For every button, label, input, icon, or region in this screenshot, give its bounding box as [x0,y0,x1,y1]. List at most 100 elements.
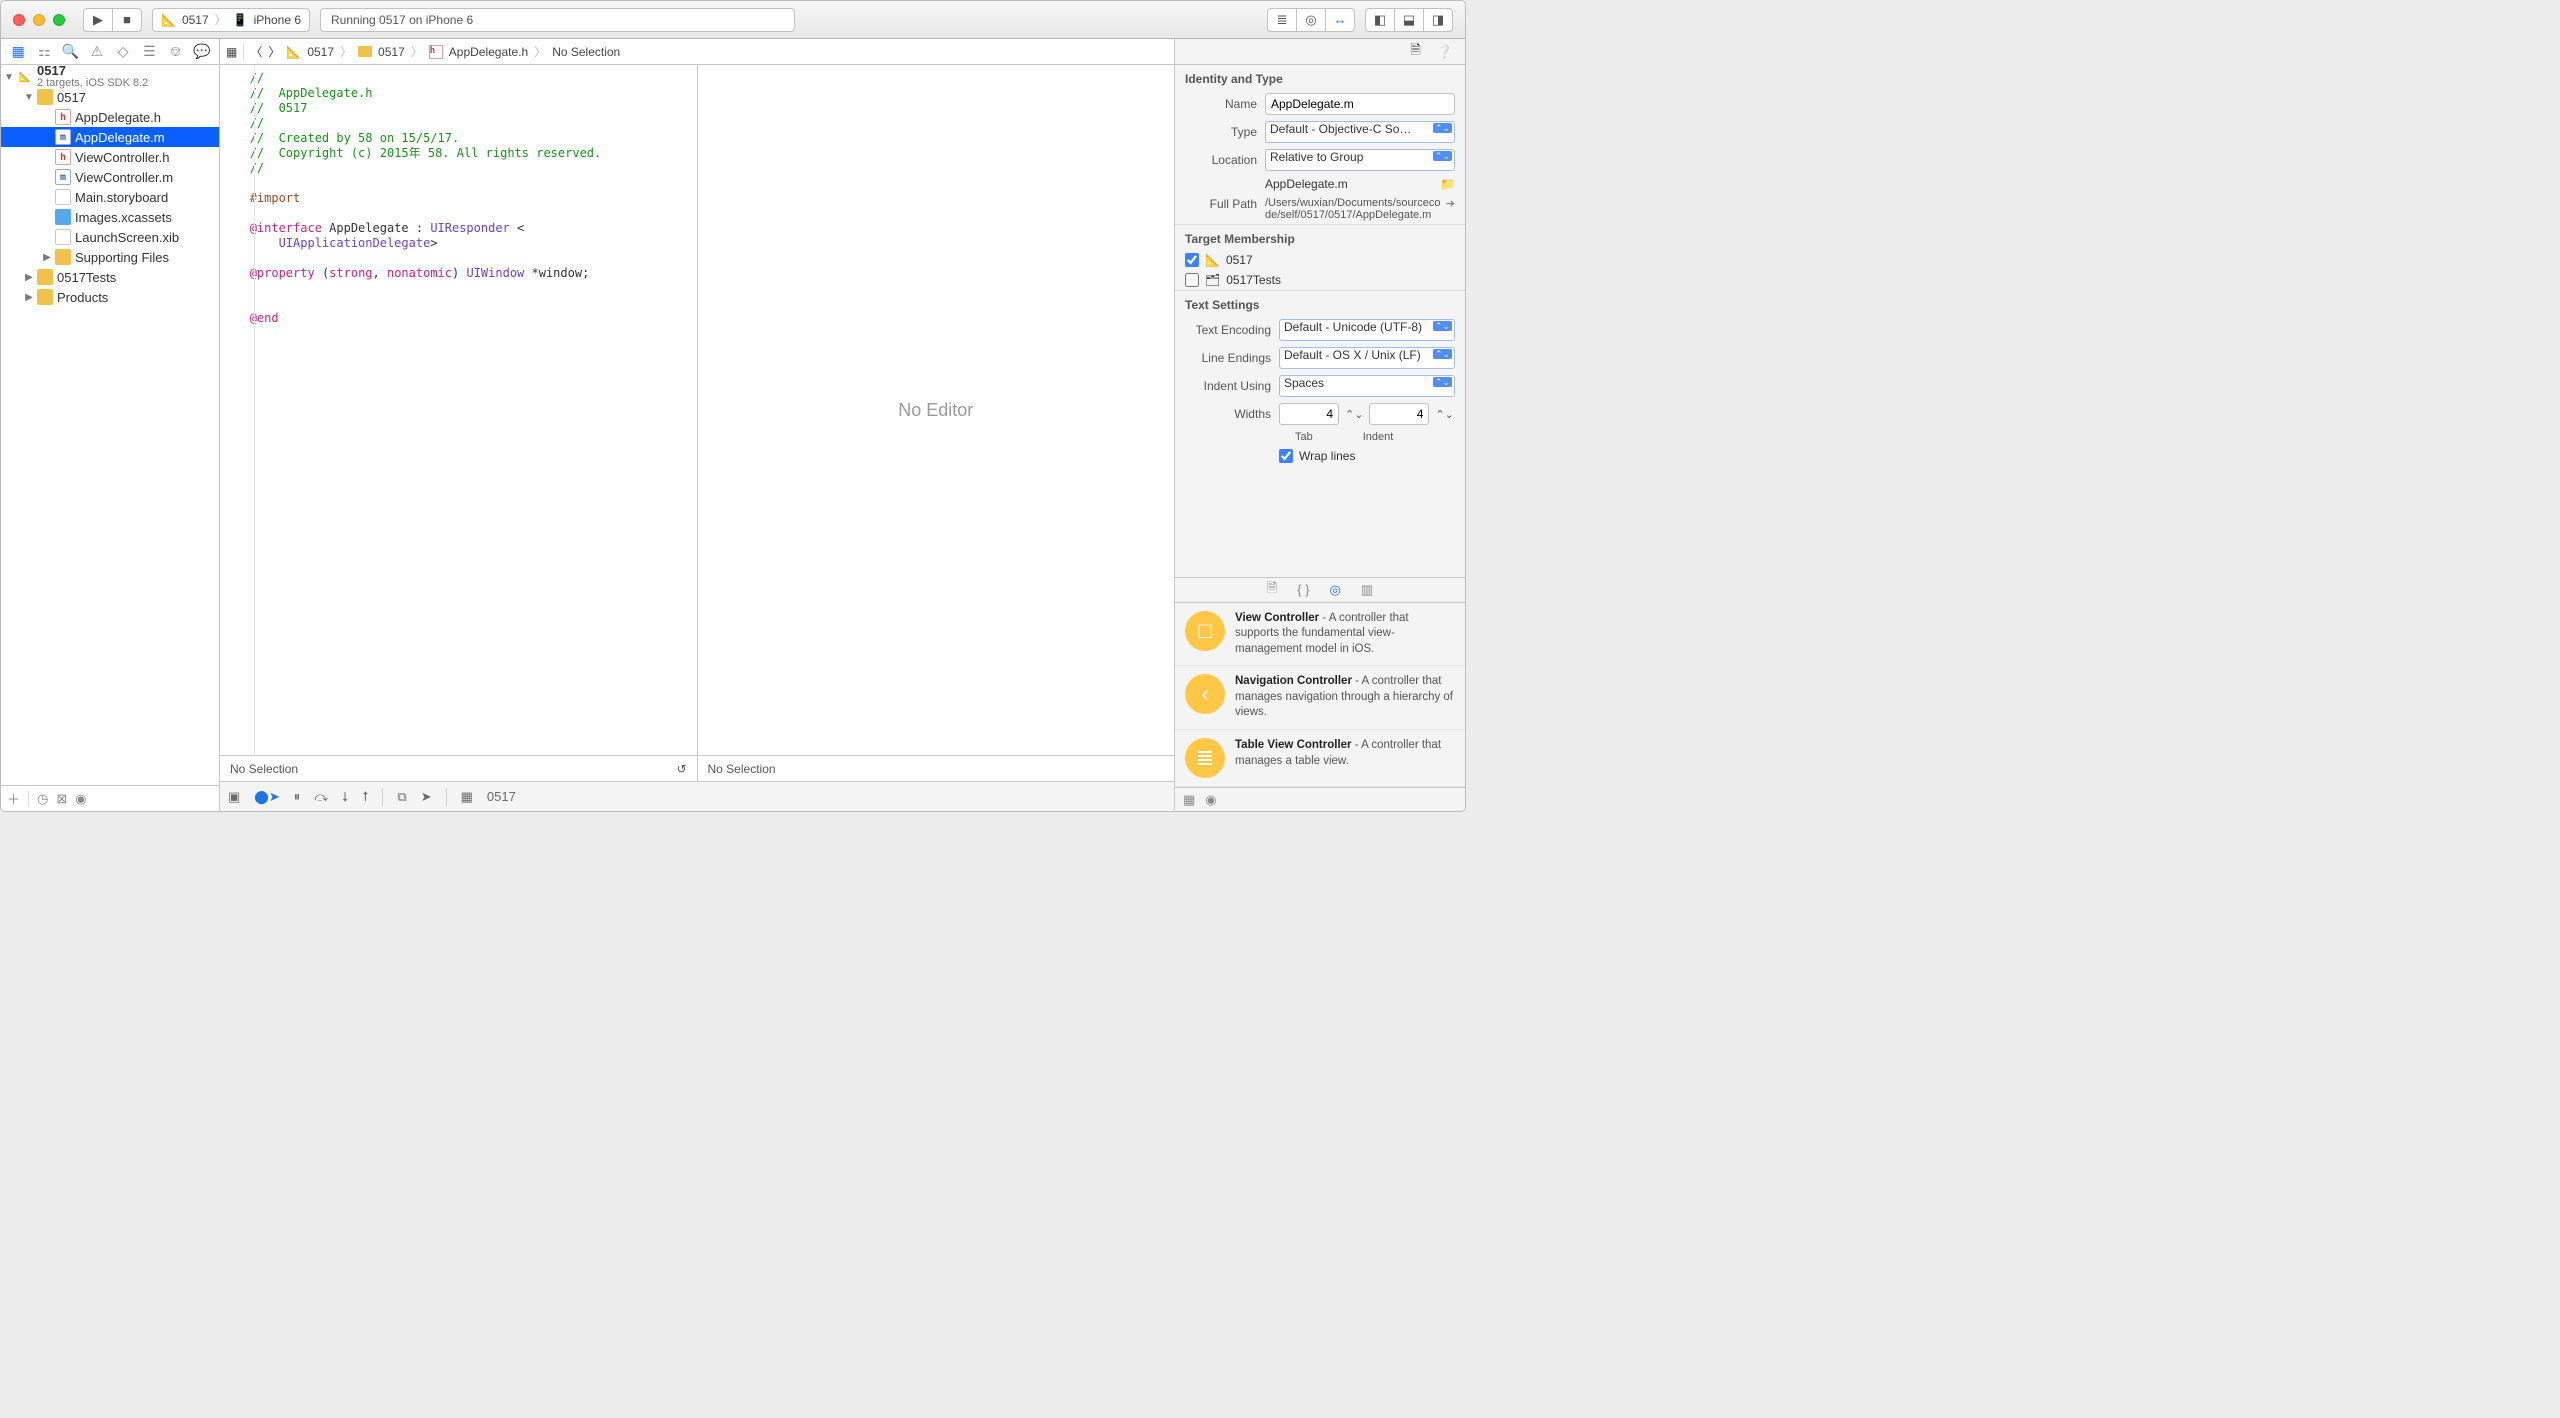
lineendings-select[interactable]: Default - OS X / Unix (LF) [1279,347,1455,369]
target-row[interactable]: 📐0517 [1175,250,1465,270]
history-icon[interactable]: ↺ [676,762,686,776]
scheme-selector[interactable]: 📐 0517 〉 📱 iPhone 6 [152,8,310,32]
process-icon: ▦ [461,789,473,805]
folder-icon [37,269,53,285]
project-icon: 📐 [17,69,33,85]
lineendings-label: Line Endings [1185,351,1271,365]
file-inspector-tab[interactable]: 🗎 [1410,41,1420,63]
indent-select[interactable]: Spaces [1279,375,1455,397]
test-navigator-tab[interactable]: ◇ [113,43,133,60]
tree-item[interactable]: ▶Products [1,287,219,307]
indent-caption: Indent [1363,431,1394,443]
tree-item[interactable]: mAppDelegate.m [1,127,219,147]
library-item[interactable]: □View Controller - A controller that sup… [1175,603,1465,667]
folder-chooser-icon[interactable]: 📁 [1440,177,1455,191]
target-checkbox[interactable] [1185,253,1199,267]
scm-filter-icon[interactable]: ⊠ [56,791,67,807]
target-row[interactable]: 🗂0517Tests [1175,270,1465,290]
tree-item-label: 0517Tests [57,270,116,285]
back-button[interactable]: 〈 [250,43,262,60]
file-type-select[interactable]: Default - Objective-C So… [1265,121,1455,143]
hide-debug-icon[interactable]: ▣ [228,789,240,805]
breakpoints-icon[interactable]: ⬤➤ [254,789,279,805]
grid-view-icon[interactable]: ▦ [1183,792,1195,808]
tree-item[interactable]: Main.storyboard [1,187,219,207]
toggle-navigator-button[interactable]: ◧ [1365,8,1395,32]
pause-icon[interactable]: ⏸ [294,789,301,805]
standard-editor-button[interactable]: ≣ [1267,8,1297,32]
step-into-icon[interactable]: ⭣ [342,789,348,805]
tree-item-label: Products [57,290,108,305]
tree-item[interactable]: hAppDelegate.h [1,107,219,127]
filter-icon[interactable]: ◉ [1205,792,1216,808]
reveal-arrow-icon[interactable]: ➜ [1446,197,1455,221]
file-template-tab[interactable]: 🗎 [1267,579,1277,601]
tree-item[interactable]: ▶0517Tests [1,267,219,287]
code-editor[interactable]: // // AppDelegate.h // 0517 // // Create… [220,65,697,755]
project-icon: 📐 [286,45,301,59]
file-name-input[interactable] [1265,93,1455,115]
process-name[interactable]: 0517 [487,789,516,804]
tab-width-input[interactable] [1279,403,1339,425]
view-hierarchy-icon[interactable]: ⧉ [397,789,406,805]
filter-field-icon[interactable]: ◉ [75,791,86,807]
project-root[interactable]: ▼ 📐 0517 2 targets, iOS SDK 8.2 [1,67,219,87]
toggle-utilities-button[interactable]: ◨ [1423,8,1453,32]
encoding-select[interactable]: Default - Unicode (UTF-8) [1279,319,1455,341]
add-button[interactable]: ＋ [7,789,20,808]
wrap-lines-label: Wrap lines [1299,449,1355,463]
forward-button[interactable]: 〉 [268,43,280,60]
editor-status-bar: No Selection ↺ [220,755,697,781]
wrap-lines-checkbox[interactable] [1279,449,1293,463]
target-checkbox[interactable] [1185,273,1199,287]
indent-width-input[interactable] [1369,403,1429,425]
symbol-navigator-tab[interactable]: ⚏ [34,43,54,60]
tree-item[interactable]: LaunchScreen.xib [1,227,219,247]
version-editor-button[interactable]: ↔ [1325,8,1355,32]
quick-help-tab[interactable]: ❔ [1437,44,1453,60]
object-library-tab[interactable]: ◎ [1330,582,1341,598]
zoom-window-button[interactable] [53,14,65,26]
type-label: Type [1185,125,1257,139]
jump-bar[interactable]: ▦ 〈 〉 📐 0517〉 0517〉 h AppDelegate.h〉 No … [220,39,1174,65]
tree-item[interactable]: hViewController.h [1,147,219,167]
editor-area: ▦ 〈 〉 📐 0517〉 0517〉 h AppDelegate.h〉 No … [220,39,1175,811]
issue-navigator-tab[interactable]: ⚠ [87,43,107,60]
find-navigator-tab[interactable]: 🔍 [61,43,81,60]
storyboard-icon [55,189,71,205]
minimize-window-button[interactable] [33,14,45,26]
step-over-icon[interactable]: ⤼ [314,789,328,805]
recent-filter-icon[interactable]: ◷ [37,791,48,807]
location-select[interactable]: Relative to Group [1265,149,1455,171]
tree-item[interactable]: ▶Supporting Files [1,247,219,267]
location-icon[interactable]: ➤ [421,789,432,805]
run-button[interactable]: ▶ [83,8,113,32]
library-item-title: Navigation Controller [1235,675,1352,687]
h-file-icon: h [429,45,443,59]
breakpoint-navigator-tab[interactable]: ⎊ [166,43,186,60]
object-library[interactable]: □View Controller - A controller that sup… [1175,603,1465,787]
assistant-editor-button[interactable]: ◎ [1296,8,1326,32]
location-path: AppDelegate.m [1265,177,1348,191]
library-item[interactable]: ≣Table View Controller - A controller th… [1175,730,1465,787]
report-navigator-tab[interactable]: 💬 [192,43,212,60]
related-items-icon[interactable]: ▦ [226,45,237,59]
step-out-icon[interactable]: ⭡ [362,789,368,805]
library-item[interactable]: ‹Navigation Controller - A controller th… [1175,666,1465,730]
tree-item[interactable]: mViewController.m [1,167,219,187]
project-navigator-tab[interactable]: ▦ [8,43,28,60]
encoding-label: Text Encoding [1185,323,1271,337]
toggle-debug-button[interactable]: ⬓ [1394,8,1424,32]
tree-item[interactable]: Images.xcassets [1,207,219,227]
tree-item-label: LaunchScreen.xib [75,230,179,245]
close-window-button[interactable] [13,14,25,26]
project-tree[interactable]: ▼ 📐 0517 2 targets, iOS SDK 8.2 ▼0517hAp… [1,65,219,785]
tree-item[interactable]: ▼0517 [1,87,219,107]
stop-button[interactable]: ■ [112,8,142,32]
media-library-tab[interactable]: ▥ [1361,582,1373,598]
activity-view: Running 0517 on iPhone 6 [320,8,795,32]
tree-item-label: ViewController.h [75,150,169,165]
location-label: Location [1185,153,1257,167]
code-snippet-tab[interactable]: { } [1297,582,1309,597]
debug-navigator-tab[interactable]: ☰ [139,43,159,60]
